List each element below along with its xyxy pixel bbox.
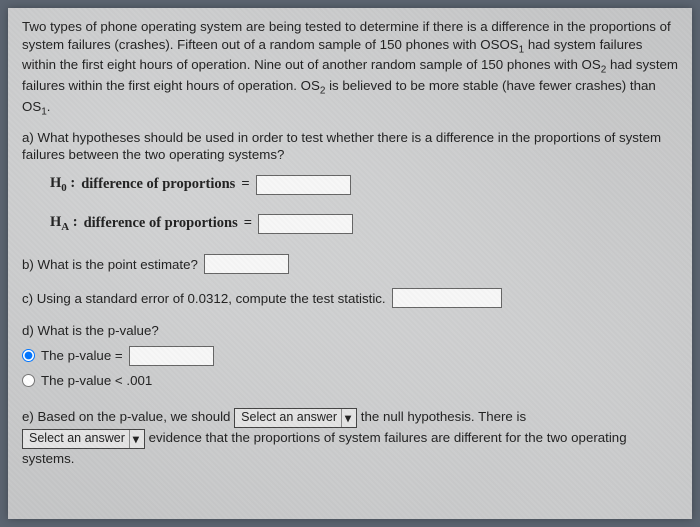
e-text-2: the null hypothesis. There is [361,409,526,424]
hypotheses-block: H0 : difference of proportions = HA : di… [50,174,678,234]
question-c-text: c) Using a standard error of 0.0312, com… [22,290,386,308]
pvalue-radio-1[interactable] [22,349,35,362]
pvalue-input[interactable] [129,346,214,366]
select-decision-label: Select an answer [241,408,337,427]
h0-equals: = [241,175,249,194]
pvalue-option-1: The p-value = [22,346,678,366]
chevron-down-icon: ▾ [129,430,142,449]
e-text-1: e) Based on the p-value, we should [22,409,234,424]
intro-sub-1: OS1 [499,37,524,52]
ha-equals: = [244,214,252,233]
select-evidence[interactable]: Select an answer ▾ [22,429,145,449]
question-d-text: d) What is the p-value? [22,322,678,340]
h0-label: H0 : [50,174,75,195]
intro-text-5: . [47,99,51,114]
question-b-text: b) What is the point estimate? [22,256,198,274]
pvalue-opt1-label: The p-value = [41,347,123,365]
chevron-down-icon: ▾ [341,409,354,428]
select-evidence-label: Select an answer [29,429,125,448]
pvalue-radio-2[interactable] [22,374,35,387]
select-decision[interactable]: Select an answer ▾ [234,408,357,428]
pvalue-option-2: The p-value < .001 [22,372,678,390]
h0-phrase: difference of proportions [81,175,235,194]
question-b-row: b) What is the point estimate? [22,254,678,274]
ha-phrase: difference of proportions [84,214,238,233]
question-a: a) What hypotheses should be used in ord… [22,129,678,164]
ha-label: HA : [50,213,78,234]
question-c-row: c) Using a standard error of 0.0312, com… [22,288,678,308]
ha-input[interactable] [258,214,353,234]
worksheet-page: Two types of phone operating system are … [8,8,692,519]
question-e-block: e) Based on the p-value, we should Selec… [22,407,678,469]
point-estimate-input[interactable] [204,254,289,274]
intro-paragraph: Two types of phone operating system are … [22,18,678,119]
test-statistic-input[interactable] [392,288,502,308]
pvalue-opt2-label: The p-value < .001 [41,372,152,390]
question-d-block: d) What is the p-value? The p-value = Th… [22,322,678,389]
h0-input[interactable] [256,175,351,195]
h0-row: H0 : difference of proportions = [50,174,678,195]
ha-row: HA : difference of proportions = [50,213,678,234]
